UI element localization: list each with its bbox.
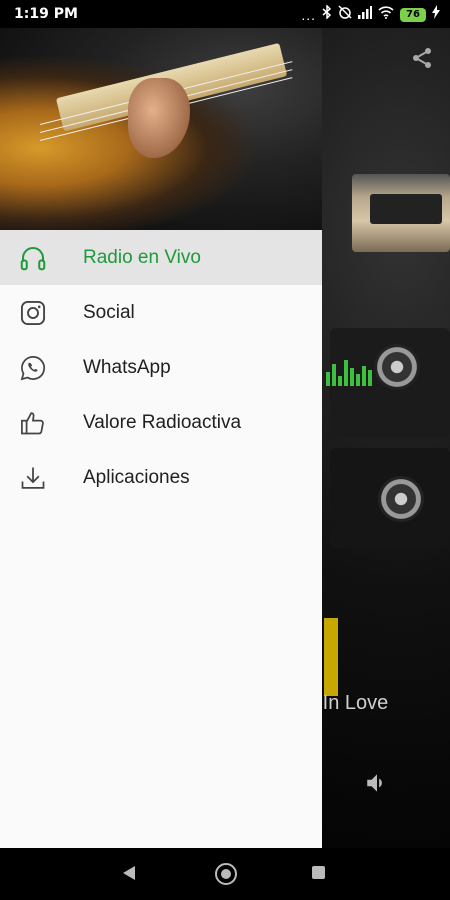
menu-item-label: WhatsApp	[83, 356, 171, 378]
menu-item-label: Radio en Vivo	[83, 246, 201, 268]
status-icons: ... 76	[301, 4, 440, 24]
back-triangle-icon[interactable]	[122, 865, 136, 886]
thumbs-up-icon	[18, 408, 48, 438]
bluetooth-icon	[322, 4, 332, 24]
volume-icon[interactable]	[364, 770, 390, 801]
home-circle-icon[interactable]	[215, 863, 237, 885]
charging-bolt-icon	[432, 5, 440, 24]
alarm-off-icon	[338, 5, 352, 24]
menu-item-valore-radioactiva[interactable]: Valore Radioactiva	[0, 395, 322, 450]
yellow-accent	[324, 618, 338, 696]
menu-item-whatsapp[interactable]: WhatsApp	[0, 340, 322, 395]
hand-image	[128, 78, 190, 158]
menu-item-social[interactable]: Social	[0, 285, 322, 340]
overflow-dots: ...	[301, 6, 316, 23]
status-bar: 1:19 PM ... 76	[0, 0, 450, 28]
instagram-icon	[18, 298, 48, 328]
menu-item-aplicaciones[interactable]: Aplicaciones	[0, 450, 322, 505]
drawer-menu: Radio en Vivo Social WhatsApp Valore Rad…	[0, 230, 322, 505]
equalizer-graphic	[326, 360, 372, 386]
cassette-image	[352, 174, 450, 252]
system-nav-bar	[0, 848, 450, 900]
download-icon	[18, 463, 48, 493]
headphones-icon	[18, 243, 48, 273]
battery-indicator: 76	[400, 7, 426, 22]
wifi-icon	[378, 5, 394, 24]
menu-item-label: Valore Radioactiva	[83, 411, 242, 433]
signal-icon	[358, 5, 372, 24]
status-time: 1:19 PM	[14, 6, 78, 22]
menu-item-label: Social	[83, 301, 135, 323]
whatsapp-icon	[18, 353, 48, 383]
navigation-drawer: Radio en Vivo Social WhatsApp Valore Rad…	[0, 28, 322, 848]
recents-square-icon[interactable]	[312, 866, 325, 879]
share-icon[interactable]	[410, 46, 434, 75]
tape-image-2	[330, 448, 450, 548]
menu-item-label: Aplicaciones	[83, 466, 190, 488]
drawer-header-image	[0, 28, 322, 230]
menu-item-radio-en-vivo[interactable]: Radio en Vivo	[0, 230, 322, 285]
